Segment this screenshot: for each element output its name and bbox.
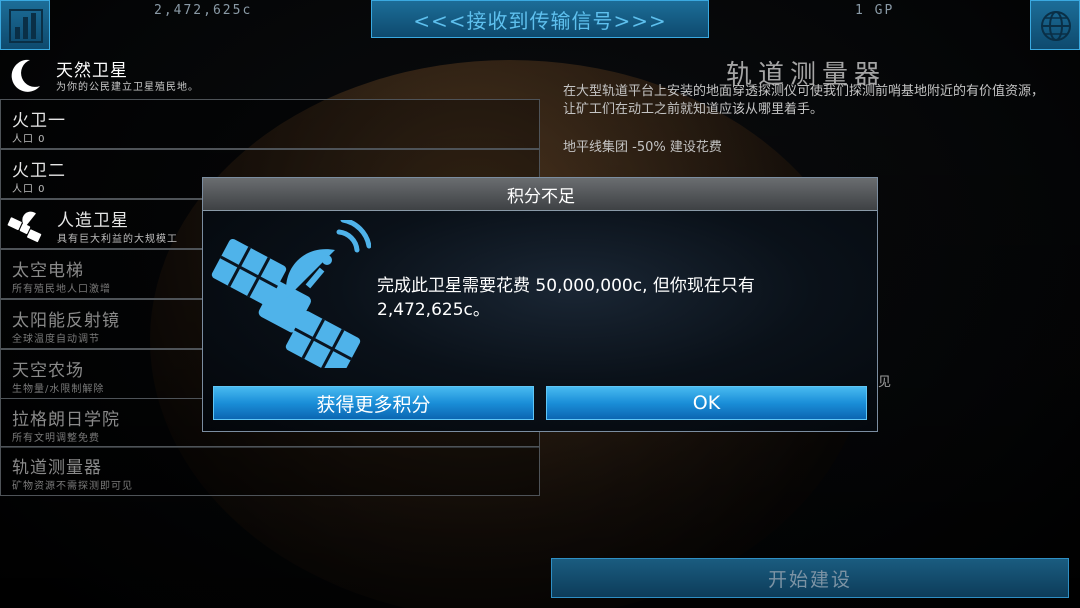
satellite-icon (7, 211, 42, 243)
item-name: 天空农场 (12, 361, 84, 381)
insufficient-credits-dialog: 积分不足 完成此卫星需要花费 50,000,000c, 但你现在只有 2,472… (202, 177, 878, 432)
info-bonus: 地平线集团 -50% 建设花费 (563, 140, 722, 155)
item-desc: 人口 0 (12, 184, 46, 195)
item-desc: 所有文明调整免费 (12, 433, 100, 444)
item-name: 太阳能反射镜 (12, 311, 120, 331)
menu-button[interactable] (0, 0, 50, 50)
item-desc: 矿物资源不需探测即可见 (12, 481, 133, 492)
globe-icon (1041, 11, 1071, 41)
start-build-button[interactable]: 开始建设 (551, 558, 1069, 598)
satellite-dish-icon (211, 220, 371, 368)
item-name: 火卫二 (12, 161, 66, 181)
transmission-banner[interactable]: <<<接收到传输信号>>> (371, 0, 709, 38)
ok-button[interactable]: OK (546, 386, 867, 420)
list-item-orbital-surveyor[interactable]: 轨道测量器 矿物资源不需探测即可见 (0, 446, 540, 496)
info-description: 在大型轨道平台上安装的地面穿透探测仪可使我们探测前哨基地附近的有价值资源，让矿工… (563, 84, 1045, 117)
dialog-message: 完成此卫星需要花费 50,000,000c, 但你现在只有 2,472,625c… (377, 276, 755, 320)
moon-icon (11, 59, 40, 92)
info-text-fragment: 见 (878, 375, 892, 390)
credits-readout: 2,472,625c (154, 3, 253, 18)
gp-readout: 1 GP (855, 3, 895, 18)
item-name: 人造卫星 (57, 211, 129, 231)
item-desc: 人口 0 (12, 134, 46, 145)
category-subtitle: 为你的公民建立卫星殖民地。 (56, 82, 199, 93)
item-name: 拉格朗日学院 (12, 410, 120, 430)
item-name: 轨道测量器 (12, 458, 102, 478)
item-name: 太空电梯 (12, 261, 84, 281)
list-item-phobos[interactable]: 火卫一 人口 0 (0, 99, 540, 149)
item-desc: 生物量/水限制解除 (12, 384, 105, 395)
bar-chart-icon (9, 9, 43, 43)
item-name: 火卫一 (12, 111, 66, 131)
item-desc: 全球温度自动调节 (12, 334, 100, 345)
item-desc: 具有巨大利益的大规模工 (57, 234, 178, 245)
get-more-credits-button[interactable]: 获得更多积分 (213, 386, 534, 420)
category-natural-satellites[interactable]: 天然卫星 为你的公民建立卫星殖民地。 (0, 52, 540, 98)
item-desc: 所有殖民地人口激增 (12, 284, 111, 295)
dialog-title: 积分不足 (203, 178, 877, 211)
globe-button[interactable] (1030, 0, 1080, 50)
